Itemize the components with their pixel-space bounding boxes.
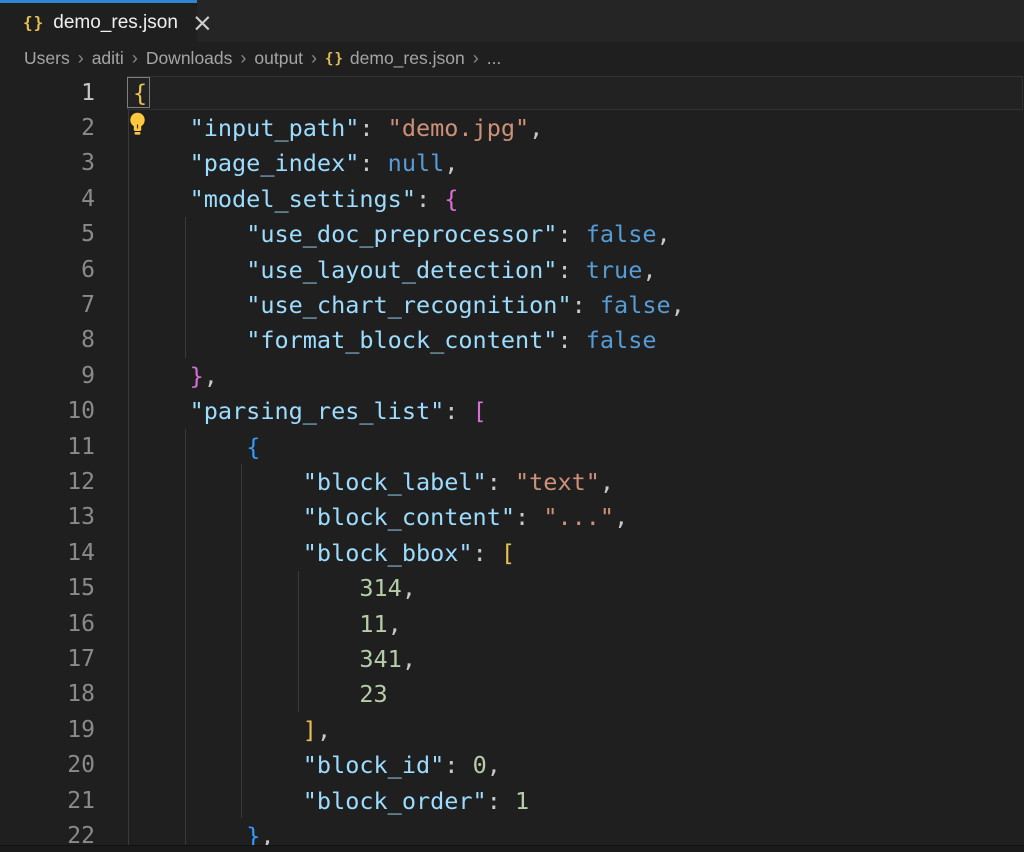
line-content: "block_order": 1 bbox=[95, 787, 529, 815]
code-line[interactable]: 12 "block_label": "text", bbox=[0, 464, 1024, 499]
code-line[interactable]: 18 23 bbox=[0, 677, 1024, 712]
line-content: "use_layout_detection": true, bbox=[95, 256, 657, 284]
line-content: "model_settings": { bbox=[95, 185, 458, 213]
line-content: }, bbox=[95, 362, 218, 390]
breadcrumb-item-aditi[interactable]: aditi bbox=[92, 48, 124, 69]
code-line[interactable]: 20 "block_id": 0, bbox=[0, 748, 1024, 783]
json-file-icon: {} bbox=[325, 52, 344, 66]
breadcrumb-label: ... bbox=[487, 48, 502, 69]
breadcrumb-item--[interactable]: ... bbox=[487, 48, 502, 69]
breadcrumb-label: Users bbox=[24, 48, 70, 69]
bottom-edge-strip bbox=[0, 845, 1024, 852]
tab-bar: {} demo_res.json × bbox=[0, 0, 1024, 42]
breadcrumb-separator-icon: › bbox=[132, 48, 138, 69]
line-number: 16 bbox=[0, 611, 95, 637]
line-number: 5 bbox=[0, 221, 95, 247]
code-line[interactable]: 10 "parsing_res_list": [ bbox=[0, 394, 1024, 429]
line-number: 8 bbox=[0, 327, 95, 353]
line-number: 4 bbox=[0, 186, 95, 212]
line-content: "block_label": "text", bbox=[95, 468, 614, 496]
breadcrumb: Users › aditi › Downloads › output › {} demo_res.… bbox=[0, 42, 1024, 75]
line-number: 10 bbox=[0, 398, 95, 424]
line-content: 314, bbox=[95, 574, 416, 602]
breadcrumb-label: Downloads bbox=[146, 48, 233, 69]
breadcrumb-item-demo-res-json[interactable]: {} demo_res.json bbox=[325, 48, 465, 69]
line-number: 1 bbox=[0, 80, 95, 106]
code-line[interactable]: 3 "page_index": null, bbox=[0, 146, 1024, 181]
code-line[interactable]: 17 341, bbox=[0, 641, 1024, 676]
line-content: 23 bbox=[95, 680, 388, 708]
line-number: 2 bbox=[0, 115, 95, 141]
code-line[interactable]: 11 { bbox=[0, 429, 1024, 464]
line-content: { bbox=[95, 433, 260, 461]
code-line[interactable]: 9 }, bbox=[0, 358, 1024, 393]
breadcrumb-label: output bbox=[254, 48, 303, 69]
breadcrumb-separator-icon: › bbox=[473, 48, 479, 69]
code-line[interactable]: 5 "use_doc_preprocessor": false, bbox=[0, 217, 1024, 252]
breadcrumb-label: aditi bbox=[92, 48, 124, 69]
line-number: 13 bbox=[0, 504, 95, 530]
line-number: 17 bbox=[0, 646, 95, 672]
line-number: 20 bbox=[0, 752, 95, 778]
json-file-icon: {} bbox=[23, 15, 44, 31]
line-number: 7 bbox=[0, 292, 95, 318]
breadcrumb-item-output[interactable]: output bbox=[254, 48, 303, 69]
breadcrumb-separator-icon: › bbox=[240, 48, 246, 69]
line-number: 12 bbox=[0, 469, 95, 495]
line-content: "page_index": null, bbox=[95, 149, 458, 177]
breadcrumb-item-users[interactable]: Users bbox=[24, 48, 70, 69]
line-content: { bbox=[95, 79, 147, 107]
line-number: 15 bbox=[0, 575, 95, 601]
code-line[interactable]: 16 11, bbox=[0, 606, 1024, 641]
code-line[interactable]: 21 "block_order": 1 bbox=[0, 783, 1024, 818]
line-content: ], bbox=[95, 716, 331, 744]
lightbulb-icon[interactable] bbox=[129, 112, 146, 138]
line-content: "block_bbox": [ bbox=[95, 539, 515, 567]
code-line[interactable]: 13 "block_content": "...", bbox=[0, 500, 1024, 535]
line-number: 21 bbox=[0, 788, 95, 814]
vscode-editor-window: {} demo_res.json × Users › aditi › Downloads… bbox=[0, 0, 1024, 852]
line-content: "parsing_res_list": [ bbox=[95, 397, 487, 425]
code-line[interactable]: 6 "use_layout_detection": true, bbox=[0, 252, 1024, 287]
breadcrumb-separator-icon: › bbox=[78, 48, 84, 69]
code-editor[interactable]: 1{2 "input_path": "demo.jpg",3 "page_ind… bbox=[0, 75, 1024, 845]
line-number: 3 bbox=[0, 150, 95, 176]
line-content: "block_id": 0, bbox=[95, 751, 501, 779]
breadcrumb-item-downloads[interactable]: Downloads bbox=[146, 48, 233, 69]
line-content: "use_doc_preprocessor": false, bbox=[95, 220, 671, 248]
breadcrumb-label: demo_res.json bbox=[350, 48, 465, 69]
tab-label: demo_res.json bbox=[53, 12, 178, 34]
line-content: "input_path": "demo.jpg", bbox=[95, 114, 543, 142]
code-line[interactable]: 2 "input_path": "demo.jpg", bbox=[0, 110, 1024, 145]
line-number: 6 bbox=[0, 257, 95, 283]
breadcrumb-separator-icon: › bbox=[311, 48, 317, 69]
line-content: "block_content": "...", bbox=[95, 503, 628, 531]
line-number: 11 bbox=[0, 434, 95, 460]
line-number: 9 bbox=[0, 363, 95, 389]
code-line[interactable]: 1{ bbox=[0, 75, 1024, 110]
line-content: 341, bbox=[95, 645, 416, 673]
code-line[interactable]: 4 "model_settings": { bbox=[0, 181, 1024, 216]
line-number: 18 bbox=[0, 681, 95, 707]
line-content: 11, bbox=[95, 610, 402, 638]
code-line[interactable]: 15 314, bbox=[0, 571, 1024, 606]
close-tab-icon[interactable]: × bbox=[192, 10, 213, 35]
line-content: "use_chart_recognition": false, bbox=[95, 291, 685, 319]
code-line[interactable]: 8 "format_block_content": false bbox=[0, 323, 1024, 358]
tab-demo-res-json[interactable]: {} demo_res.json × bbox=[0, 0, 197, 42]
code-line[interactable]: 14 "block_bbox": [ bbox=[0, 535, 1024, 570]
line-number: 19 bbox=[0, 717, 95, 743]
code-line[interactable]: 7 "use_chart_recognition": false, bbox=[0, 287, 1024, 322]
line-content: "format_block_content": false bbox=[95, 326, 657, 354]
line-number: 14 bbox=[0, 540, 95, 566]
code-line[interactable]: 19 ], bbox=[0, 712, 1024, 747]
